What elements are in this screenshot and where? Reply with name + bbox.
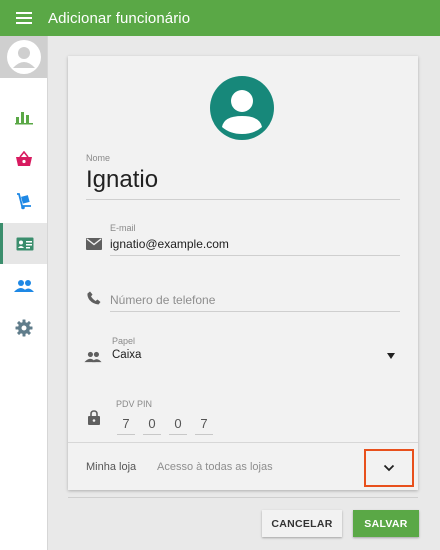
name-input[interactable]: Ignatio (86, 166, 158, 194)
sidebar-item-customers[interactable] (0, 265, 47, 306)
name-label: Nome (86, 153, 111, 163)
role-select[interactable]: Caixa (112, 349, 141, 361)
store-access-row[interactable]: Minha loja Acesso à todas as lojas (68, 442, 418, 490)
app-bar: Adicionar funcionário (0, 0, 440, 36)
role-dropdown-arrow-icon[interactable] (387, 353, 395, 359)
phone-underline (110, 311, 400, 312)
pin-digit-1-underline (117, 434, 135, 435)
store-access-value: Acesso à todas as lojas (157, 461, 273, 473)
employee-form-card: Nome Ignatio E-mail ignatio@example.com … (68, 56, 418, 490)
account-circle-icon (210, 76, 274, 140)
gear-icon (15, 319, 32, 336)
cancel-button[interactable]: CANCELAR (262, 510, 342, 537)
sidebar-item-inventory[interactable] (0, 180, 47, 221)
sidebar (0, 36, 48, 550)
phone-icon (87, 291, 101, 305)
menu-icon[interactable] (16, 12, 32, 24)
user-avatar-icon (6, 40, 41, 74)
bar-chart-icon (14, 111, 33, 124)
page-title: Adicionar funcionário (48, 9, 191, 27)
email-underline (110, 255, 400, 256)
email-input[interactable]: ignatio@example.com (110, 237, 229, 251)
sidebar-item-items[interactable] (0, 138, 47, 179)
pin-digit-3-underline (169, 434, 187, 435)
sidebar-item-reports[interactable] (0, 96, 47, 137)
store-label: Minha loja (86, 461, 137, 473)
sidebar-item-employees[interactable] (0, 223, 47, 264)
people-icon (13, 279, 34, 292)
role-people-icon (84, 351, 102, 363)
avatar[interactable] (0, 36, 47, 78)
pin-digit-3[interactable]: 0 (170, 416, 186, 431)
pin-digit-2-underline (143, 434, 161, 435)
dolly-icon (16, 192, 31, 209)
pin-label: PDV PIN (116, 399, 153, 409)
sidebar-item-settings[interactable] (0, 307, 47, 348)
chevron-down-icon (383, 464, 395, 472)
expand-store-button[interactable] (364, 449, 414, 487)
actions-divider (68, 497, 418, 498)
pin-digit-4[interactable]: 7 (196, 416, 212, 431)
name-underline (86, 199, 400, 200)
basket-icon (15, 150, 32, 166)
pin-digit-2[interactable]: 0 (144, 416, 160, 431)
role-label: Papel (112, 336, 136, 346)
phone-input[interactable]: Número de telefone (110, 293, 215, 307)
id-card-icon (16, 237, 34, 250)
pin-digit-4-underline (195, 434, 213, 435)
pin-digit-1[interactable]: 7 (118, 416, 134, 431)
save-button[interactable]: SALVAR (353, 510, 419, 537)
email-label: E-mail (110, 223, 136, 233)
lock-icon (88, 410, 100, 425)
email-icon (86, 238, 102, 250)
